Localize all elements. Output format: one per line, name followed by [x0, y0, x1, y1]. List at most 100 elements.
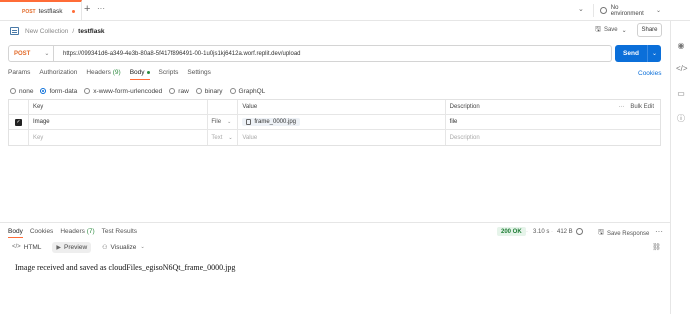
tab-authorization[interactable]: Authorization [39, 69, 77, 79]
chevron-down-icon: ⌄ [227, 119, 232, 125]
file-chip[interactable]: frame_0000.jpg [242, 118, 301, 126]
new-tab-plus-icon[interactable]: + [84, 3, 90, 15]
radio-circle [229, 88, 236, 94]
request-tab-testflask[interactable]: POST testflask [0, 0, 82, 21]
table-header-row: Key Value Description ··· Bulk Edit [9, 100, 660, 115]
chevron-down-icon: ⌄ [44, 51, 50, 57]
save-response-button[interactable]: 🖫 Save Response [598, 228, 649, 239]
row-description-cell[interactable]: file [446, 115, 660, 129]
send-chevron-down-icon[interactable]: ⌄ [648, 50, 661, 57]
save-label: Save [603, 27, 618, 33]
header-key: Key [29, 100, 209, 114]
bulk-edit-label: Bulk Edit [630, 104, 654, 110]
method-label: POST [14, 50, 31, 57]
placeholder-value-input[interactable]: Value [238, 130, 446, 145]
radio-none[interactable]: none [10, 88, 33, 95]
method-select[interactable]: POST ⌄ [9, 46, 54, 61]
radio-graphql[interactable]: GraphQL [229, 87, 266, 95]
view-visualize-button[interactable]: ⚇ Visualize ⌄ [98, 242, 149, 253]
code-icon: </> [12, 244, 21, 250]
tabs-chevron-down-icon[interactable]: ⌄ [578, 5, 584, 13]
table-row-placeholder: Key Text ⌄ Value Description [9, 130, 660, 145]
placeholder-value: Value [242, 134, 258, 141]
tab-body[interactable]: Body [129, 69, 150, 80]
placeholder-key-input[interactable]: Key [29, 130, 209, 145]
more-options-icon[interactable]: ··· [97, 4, 105, 13]
radio-circle [10, 88, 16, 94]
more-options-icon[interactable]: ··· [655, 227, 663, 236]
radio-label: form-data [49, 87, 78, 95]
breadcrumb-collection[interactable]: New Collection [25, 28, 68, 35]
row-key-cell[interactable]: Image [29, 115, 209, 129]
header-description: Description ··· Bulk Edit [446, 100, 660, 114]
body-type-radios: none form-data x-www-form-urlencoded raw… [10, 86, 272, 96]
link-icon[interactable]: ⛓ [652, 243, 661, 251]
view-html-button[interactable]: </> HTML [8, 242, 45, 253]
save-response-label: Save Response [606, 230, 650, 237]
url-bar: POST ⌄ https://099341d6-a349-4e3b-80a8-5… [8, 45, 612, 62]
checkbox-checked-icon[interactable]: ✓ [14, 118, 22, 126]
save-button[interactable]: 🖫 Save ⌄ [595, 24, 627, 36]
info-icon[interactable]: ⓘ [676, 114, 686, 124]
row-check-cell[interactable]: ✓ [9, 115, 29, 129]
resp-tab-cookies[interactable]: Cookies [30, 228, 53, 238]
radio-binary[interactable]: binary [195, 88, 223, 95]
tab-headers[interactable]: Headers (9) [86, 69, 120, 79]
environment-label: No environment [610, 4, 644, 17]
more-options-icon[interactable]: ··· [618, 104, 624, 110]
bulk-edit-button[interactable]: ··· Bulk Edit [618, 104, 654, 110]
radio-label: GraphQL [238, 87, 266, 95]
code-icon[interactable]: </> [676, 64, 688, 74]
environment-selector[interactable]: No environment ⌄ [593, 4, 661, 17]
row-value-cell[interactable]: frame_0000.jpg [238, 115, 446, 129]
resp-tab-body[interactable]: Body [8, 228, 23, 238]
globe-icon[interactable] [576, 228, 583, 235]
row-type-select[interactable]: File ⌄ [208, 115, 239, 129]
radio-label: raw [178, 87, 189, 95]
send-label: Send [623, 50, 639, 57]
resp-tab-headers[interactable]: Headers (7) [60, 228, 94, 238]
placeholder-description-input[interactable]: Description [446, 130, 660, 145]
url-input[interactable]: https://099341d6-a349-4e3b-80a8-5f417f89… [54, 51, 301, 57]
eye-icon[interactable]: ◉ [676, 41, 686, 51]
share-button[interactable]: Share [637, 23, 662, 37]
radio-circle [84, 88, 91, 94]
response-body-text: Image received and saved as cloudFiles_e… [15, 263, 236, 272]
header-value: Value [238, 100, 446, 114]
placeholder-description: Description [449, 134, 480, 141]
send-button[interactable]: Send ⌄ [615, 45, 661, 62]
response-size[interactable]: 412 B [557, 229, 573, 235]
radio-x-www-form-urlencoded[interactable]: x-www-form-urlencoded [84, 88, 162, 95]
chevron-down-icon: ⌄ [621, 27, 627, 34]
view-html-label: HTML [23, 243, 42, 251]
placeholder-key: Key [32, 134, 44, 141]
radio-circle [169, 88, 176, 94]
header-type-spacer [208, 100, 239, 114]
file-name: frame_0000.jpg [254, 119, 297, 125]
status-badge[interactable]: 200 OK [497, 227, 526, 236]
tab-params[interactable]: Params [8, 69, 30, 79]
tab-headers-label: Headers [86, 69, 111, 76]
meta-separator: · [551, 229, 553, 235]
breadcrumb-request[interactable]: testflask [78, 28, 104, 35]
comment-icon[interactable]: ▭ [676, 89, 686, 99]
view-preview-button[interactable]: ▶ Preview [52, 241, 92, 253]
header-description-label: Description [449, 104, 480, 110]
radio-raw[interactable]: raw [169, 87, 189, 95]
row-description: file [449, 119, 458, 125]
cookies-link[interactable]: Cookies [638, 70, 661, 77]
radio-circle-selected [40, 88, 47, 94]
response-time[interactable]: 3.10 s [533, 229, 549, 235]
response-tabs: Body Cookies Headers (7) Test Results [8, 228, 144, 238]
row-key: Image [32, 119, 50, 125]
resp-tab-test-results[interactable]: Test Results [102, 228, 137, 238]
request-tab-method: POST [22, 8, 36, 15]
radio-form-data[interactable]: form-data [40, 88, 77, 95]
table-row: ✓ Image File ⌄ frame_0000.jpg file [9, 115, 660, 130]
file-icon [246, 119, 252, 125]
placeholder-type-select[interactable]: Text ⌄ [208, 130, 239, 145]
unsaved-dot-icon [72, 10, 75, 13]
tab-settings[interactable]: Settings [187, 69, 211, 79]
chevron-down-icon: ⌄ [228, 134, 233, 141]
tab-scripts[interactable]: Scripts [159, 69, 179, 79]
